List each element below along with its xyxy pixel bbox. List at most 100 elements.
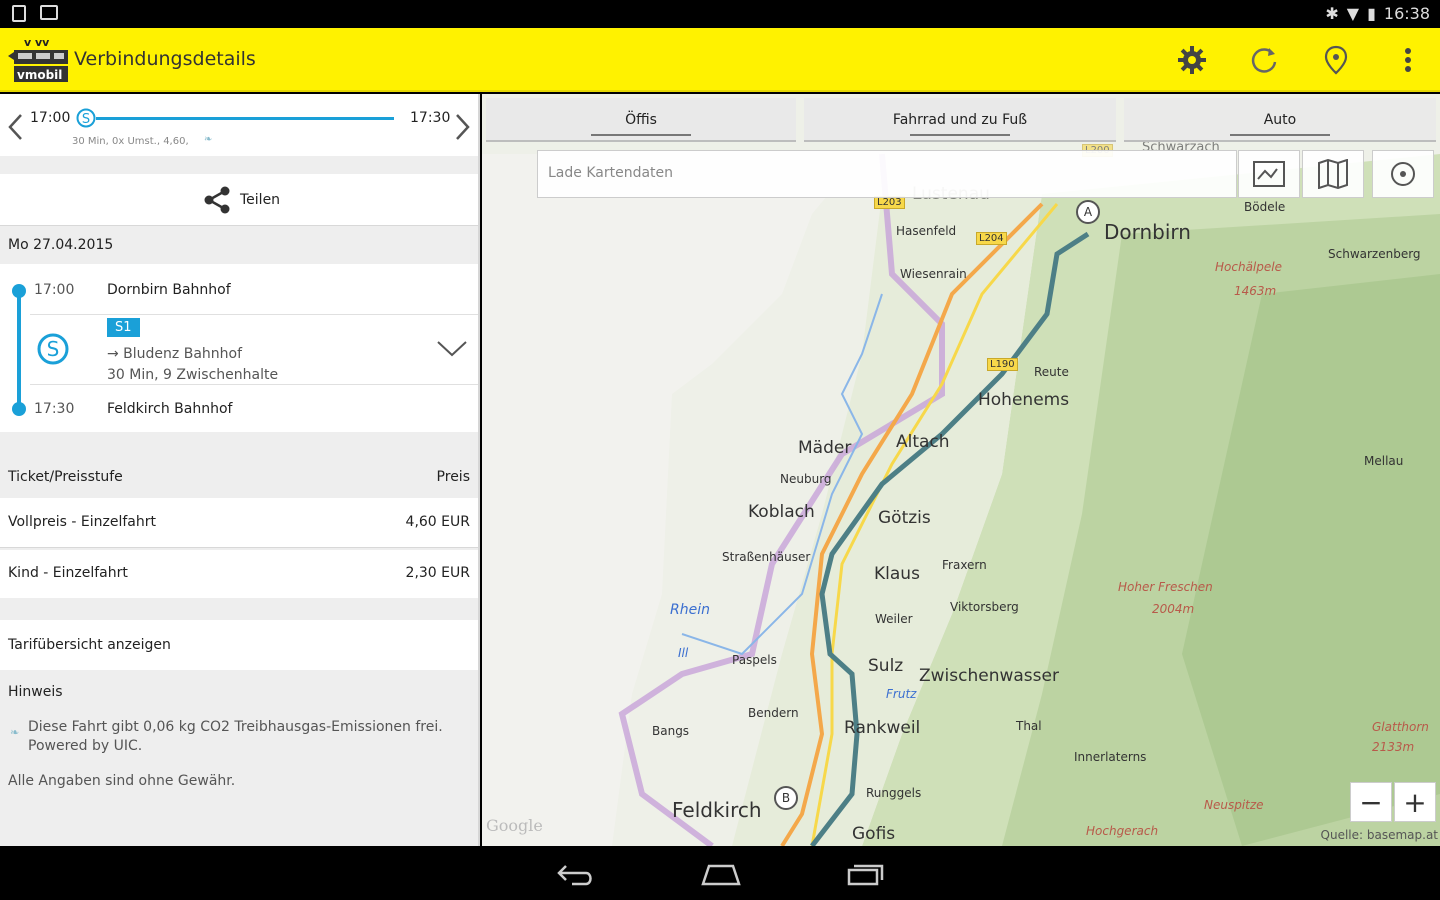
place-label: Neuburg (780, 472, 832, 486)
place-label: Götzis (878, 508, 931, 528)
tab-indicator (591, 134, 691, 136)
tab-label: Öffis (625, 112, 657, 128)
train-s-icon: S (37, 333, 69, 365)
share-icon (204, 186, 230, 214)
place-label: Rankweil (844, 718, 921, 738)
river-label: Frutz (886, 687, 917, 701)
place-label: Innerlaterns (1074, 750, 1147, 764)
tab-indicator (1230, 134, 1330, 136)
map-terrain (482, 94, 1440, 846)
previous-connection-icon[interactable] (6, 112, 24, 142)
peak-label: Neuspitze (1204, 798, 1264, 812)
bluetooth-icon: ✱ (1325, 4, 1339, 23)
place-label: Bödele (1244, 200, 1286, 214)
svg-text:v vv: v vv (24, 36, 50, 49)
journey-card: 17:00 Dornbirn Bahnhof S S1 → Bludenz Ba… (0, 264, 478, 432)
ticket-name: Kind - Einzelfahrt (8, 565, 128, 581)
train-s-icon: S (76, 108, 96, 128)
settings-gear-icon[interactable] (1174, 42, 1210, 78)
place-label: Hohenems (978, 390, 1070, 410)
location-pin-icon[interactable] (1318, 42, 1354, 78)
map-type-button[interactable] (1302, 150, 1364, 198)
place-label: Schwarzenberg (1328, 247, 1421, 261)
notification-icon (12, 5, 26, 22)
screenshot-icon (40, 5, 58, 20)
share-button[interactable]: Teilen (0, 174, 478, 226)
tab-car[interactable]: Auto (1124, 98, 1436, 142)
ticket-price: 4,60 EUR (405, 514, 470, 530)
line-badge: S1 (107, 318, 140, 337)
map-layers-button[interactable] (1238, 150, 1300, 198)
place-label: Fraxern (942, 558, 987, 572)
connection-progress-fill (96, 117, 394, 120)
place-label: Wiesenrain (900, 267, 967, 281)
map-source-attribution: Quelle: basemap.at (1320, 828, 1438, 842)
layers-icon (1253, 161, 1285, 187)
map-icon (1318, 159, 1348, 189)
place-label: Gofis (852, 824, 896, 844)
wifi-icon: ▼ (1346, 4, 1360, 23)
divider (30, 384, 478, 385)
direction: → Bludenz Bahnhof (107, 346, 243, 362)
chevron-down-icon[interactable] (436, 340, 468, 358)
google-attribution: Google (486, 816, 543, 835)
peak-label: Hoher Freschen (1118, 580, 1213, 594)
place-label: Straßenhäuser (722, 550, 811, 564)
start-time: 17:00 (34, 282, 75, 298)
svg-text:S: S (82, 112, 90, 127)
next-connection-icon[interactable] (454, 112, 472, 142)
place-label: Thal (1016, 719, 1042, 733)
place-label: Sulz (868, 656, 904, 676)
peak-label: Glatthorn (1372, 720, 1429, 734)
battery-icon: ▮ (1367, 4, 1376, 23)
vmobil-logo[interactable]: v vv vmobil (6, 34, 70, 86)
end-dot (12, 402, 26, 416)
place-label: Runggels (866, 786, 922, 800)
price-header: Preis (436, 469, 470, 485)
end-marker[interactable]: B (774, 786, 798, 810)
start-marker[interactable]: A (1076, 200, 1100, 224)
place-label: Paspels (732, 653, 777, 667)
connection-header: 17:00 S 17:30 30 Min, 0x Umst., 4,60, ❧ (0, 94, 478, 156)
connection-progress-bar (96, 117, 394, 120)
duration: 30 Min, 9 Zwischenhalte (107, 367, 279, 383)
tariff-link-label: Tarifübersicht anzeigen (8, 637, 171, 653)
status-bar: ✱ ▼ ▮ 16:38 (0, 0, 1440, 28)
notes-title: Hinweis (8, 684, 63, 700)
tab-indicator (910, 134, 1010, 136)
place-label: Zwischenwasser (919, 666, 1059, 686)
leaf-icon: ❧ (10, 726, 20, 739)
road-label: L204 (976, 232, 1007, 245)
tab-public-transport[interactable]: Öffis (486, 98, 796, 142)
tab-bike-walk[interactable]: Fahrrad und zu Fuß (804, 98, 1116, 142)
place-label: Feldkirch (672, 798, 762, 822)
refresh-icon[interactable] (1246, 42, 1282, 78)
system-nav-bar (0, 846, 1440, 900)
place-label: Hasenfeld (896, 224, 957, 238)
zoom-in-button[interactable]: + (1394, 782, 1436, 822)
overflow-menu-icon[interactable] (1390, 42, 1426, 78)
my-location-button[interactable] (1372, 150, 1434, 198)
peak-label: Hochälpele (1215, 260, 1282, 274)
recent-apps-icon[interactable] (846, 860, 886, 888)
place-label: Weiler (875, 612, 913, 626)
peak-label: Hochgerach (1086, 824, 1159, 838)
page-title: Verbindungsdetails (74, 48, 256, 70)
home-icon[interactable] (700, 860, 742, 888)
map-view[interactable]: Dornbirn Hohenems Altach Mäder Koblach G… (482, 94, 1440, 846)
place-label: Bendern (748, 706, 799, 720)
my-location-icon (1391, 162, 1415, 186)
place-label: Altach (896, 432, 950, 452)
start-stop: Dornbirn Bahnhof (107, 282, 231, 298)
tariff-overview-link[interactable]: Tarifübersicht anzeigen (0, 620, 478, 670)
zoom-out-button[interactable]: − (1350, 782, 1392, 822)
svg-text:S: S (47, 337, 60, 361)
share-label: Teilen (240, 192, 281, 208)
back-icon[interactable] (556, 860, 596, 888)
place-label: Mäder (798, 438, 852, 458)
ticket-row: Kind - Einzelfahrt 2,30 EUR (0, 550, 478, 598)
map-search-input[interactable]: Lade Kartendaten (537, 150, 1237, 198)
end-stop: Feldkirch Bahnhof (107, 401, 233, 417)
place-label: Viktorsberg (950, 600, 1019, 614)
place-label: Dornbirn (1104, 220, 1191, 244)
